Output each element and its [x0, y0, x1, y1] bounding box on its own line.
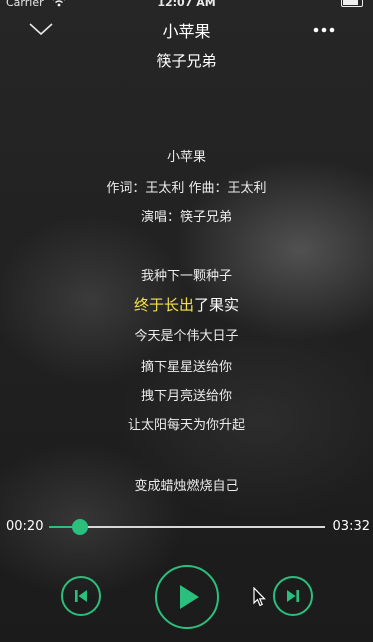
progress-bar: 00:20 03:32: [0, 516, 373, 538]
previous-track-icon: [75, 590, 87, 602]
lyric-line: 让太阳每天为你升起: [127, 418, 245, 433]
lyric-line: 拽下月亮送给你: [140, 389, 232, 404]
play-icon: [180, 585, 199, 609]
current-lyric-line: 终于长出了果实: [0, 294, 373, 315]
more-button[interactable]: [311, 22, 337, 36]
song-artist: 筷子兄弟: [156, 52, 217, 70]
mouse-cursor-icon: [253, 586, 267, 611]
lyric-line: 作词：王太利 作曲：王太利: [106, 181, 267, 196]
lyric-line: 演唱：筷子兄弟: [140, 210, 232, 225]
lyric-line: 变成蜡烛燃烧自己: [134, 479, 239, 494]
battery-icon: [341, 0, 363, 7]
next-button[interactable]: [273, 576, 313, 616]
status-time: 12:07 AM: [157, 0, 216, 9]
more-dots-icon: [313, 27, 335, 33]
lyric-line: 我种下一颗种子: [140, 269, 232, 284]
status-bar: Carrier 12:07 AM: [0, 0, 373, 12]
lyric-line: 小苹果: [166, 150, 206, 165]
previous-button[interactable]: [61, 576, 101, 616]
current-lyric-sung: 终于长出: [133, 296, 194, 314]
total-time: 03:32: [332, 519, 370, 534]
lyric-line: 摘下星星送给你: [140, 360, 232, 375]
elapsed-time: 00:20: [6, 519, 44, 534]
next-track-icon: [287, 590, 299, 602]
current-lyric-unsung: 了果实: [194, 296, 240, 314]
progress-track[interactable]: [49, 519, 325, 535]
progress-thumb[interactable]: [72, 519, 89, 535]
play-button[interactable]: [155, 565, 219, 629]
lyric-line: 今天是个伟大日子: [134, 329, 239, 344]
player-screen: Carrier 12:07 AM 小苹果 筷子兄弟 小苹果 作词：王太利 作曲：…: [0, 0, 373, 642]
